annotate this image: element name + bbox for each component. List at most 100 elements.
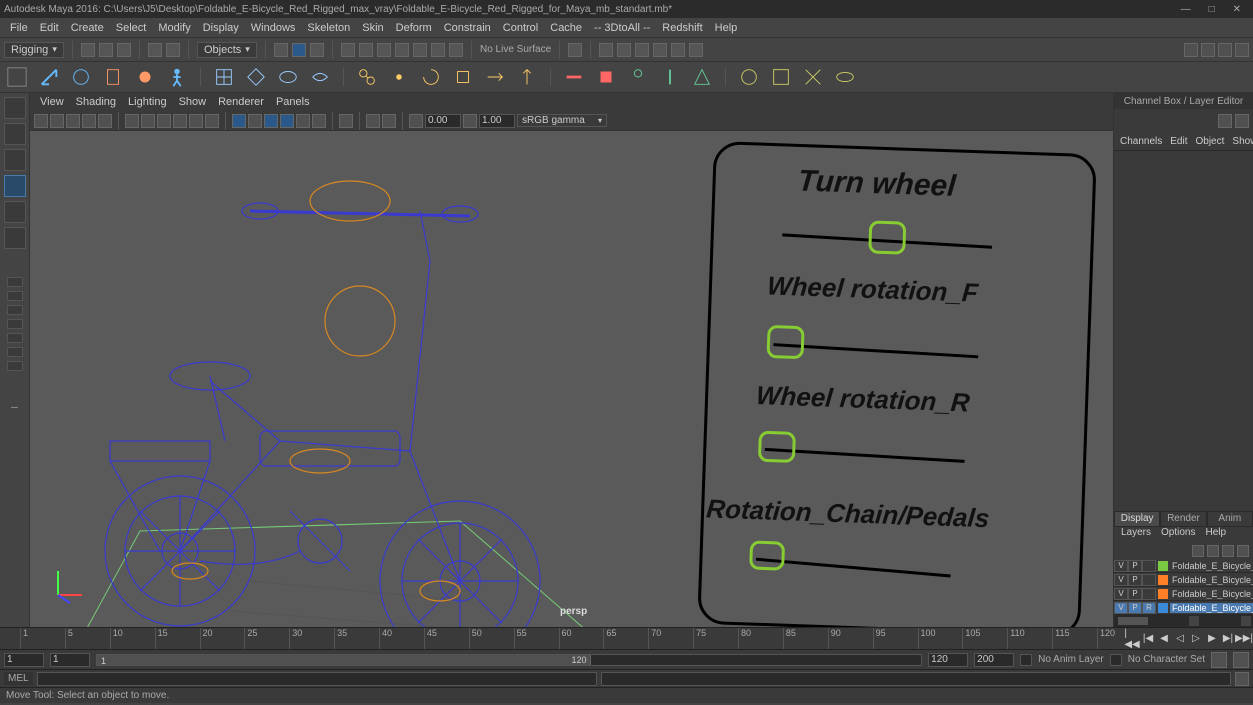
menu-deform[interactable]: Deform [390, 20, 438, 36]
range-start-outer-field[interactable] [4, 653, 44, 667]
paint-weights-icon[interactable] [132, 64, 158, 90]
blend-shape-icon[interactable] [307, 64, 333, 90]
layer-row[interactable]: VPRFoldable_E_Bicycle_Red [1114, 601, 1253, 615]
scroll-left-icon[interactable] [1189, 616, 1199, 626]
slider-handle-chain[interactable] [751, 542, 784, 569]
layer-vis-toggle[interactable]: V [1114, 574, 1128, 586]
menu-skeleton[interactable]: Skeleton [301, 20, 356, 36]
layer-vis-toggle[interactable]: V [1114, 560, 1128, 572]
snap-icon-6[interactable] [431, 43, 445, 57]
selection-mask-dropdown[interactable]: Objects [197, 42, 257, 58]
le-icon-4[interactable] [1237, 545, 1249, 557]
pose-icon[interactable] [625, 64, 651, 90]
step-back-frame-icon[interactable]: ◀ [1157, 632, 1171, 646]
step-forward-frame-icon[interactable]: ▶ [1205, 632, 1219, 646]
cb-menu-channels[interactable]: Channels [1116, 136, 1166, 147]
step-back-key-icon[interactable]: |◀ [1141, 632, 1155, 646]
layer-ref-toggle[interactable] [1142, 574, 1156, 586]
script-editor-icon[interactable] [1235, 672, 1249, 686]
menu-file[interactable]: File [4, 20, 34, 36]
panel-layout-icon-1[interactable] [1184, 43, 1198, 57]
mirror-icon[interactable] [657, 64, 683, 90]
le-menu-options[interactable]: Options [1156, 527, 1200, 543]
open-scene-icon[interactable] [99, 43, 113, 57]
snap-icon-2[interactable] [359, 43, 373, 57]
layer-vis-toggle[interactable]: V [1114, 602, 1128, 614]
new-scene-icon[interactable] [81, 43, 95, 57]
menu-control[interactable]: Control [497, 20, 544, 36]
menu-constrain[interactable]: Constrain [438, 20, 497, 36]
cb-menu-show[interactable]: Show [1228, 136, 1253, 147]
vp-grid-icon[interactable] [125, 114, 139, 128]
paint-select-tool-icon[interactable] [4, 149, 26, 171]
menu-cache[interactable]: Cache [544, 20, 588, 36]
cb-menu-edit[interactable]: Edit [1166, 136, 1191, 147]
cb-icon-2[interactable] [1235, 114, 1249, 128]
anim-layer-label[interactable]: No Anim Layer [1038, 654, 1104, 665]
joint-tool-icon[interactable] [36, 64, 62, 90]
select-tool-icon[interactable] [4, 97, 26, 119]
constraint-aim-icon[interactable] [482, 64, 508, 90]
bake-icon[interactable] [593, 64, 619, 90]
range-end-inner-field[interactable] [928, 653, 968, 667]
menu-help[interactable]: Help [709, 20, 744, 36]
render-icon-3[interactable] [635, 43, 649, 57]
custom-icon-1[interactable] [736, 64, 762, 90]
vp-smooth-shade-icon[interactable] [248, 114, 262, 128]
character-set-checkbox[interactable] [1110, 654, 1122, 666]
layout-two-v-icon[interactable] [7, 319, 23, 329]
tab-display[interactable]: Display [1114, 511, 1160, 527]
constraint-point-icon[interactable] [386, 64, 412, 90]
cluster-icon[interactable] [243, 64, 269, 90]
layer-row[interactable]: VPFoldable_E_Bicycle_Red [1114, 559, 1253, 573]
range-slider[interactable]: 1120 [96, 654, 922, 666]
menu-windows[interactable]: Windows [245, 20, 302, 36]
workspace-dropdown[interactable]: Rigging [4, 42, 64, 58]
auto-key-icon[interactable] [1211, 652, 1227, 668]
vp-safe-action-icon[interactable] [205, 114, 219, 128]
constraint-parent-icon[interactable] [354, 64, 380, 90]
layer-color-swatch[interactable] [1158, 589, 1168, 599]
layer-ref-toggle[interactable] [1142, 588, 1156, 600]
anim-prefs-icon[interactable] [1233, 652, 1249, 668]
le-icon-1[interactable] [1192, 545, 1204, 557]
snap-icon-1[interactable] [341, 43, 355, 57]
le-menu-help[interactable]: Help [1200, 527, 1231, 543]
vp-wire-on-shaded-icon[interactable] [264, 114, 278, 128]
lattice-icon[interactable] [211, 64, 237, 90]
quick-rig-icon[interactable] [689, 64, 715, 90]
mask-icon-1[interactable] [274, 43, 288, 57]
panel-layout-icon-2[interactable] [1201, 43, 1215, 57]
layout-four-icon[interactable] [7, 291, 23, 301]
menu-create[interactable]: Create [65, 20, 110, 36]
layout-two-h-icon[interactable] [7, 305, 23, 315]
constraint-scale-icon[interactable] [450, 64, 476, 90]
rotate-tool-icon[interactable] [4, 201, 26, 223]
vp-menu-panels[interactable]: Panels [270, 96, 316, 108]
render-icon-5[interactable] [671, 43, 685, 57]
vp-xray-joints-icon[interactable] [382, 114, 396, 128]
anim-layer-checkbox[interactable] [1020, 654, 1032, 666]
vp-textured-icon[interactable] [280, 114, 294, 128]
vp-select-camera-icon[interactable] [34, 114, 48, 128]
snap-icon-5[interactable] [413, 43, 427, 57]
scale-tool-icon[interactable] [4, 227, 26, 249]
layer-playback-toggle[interactable]: P [1128, 588, 1142, 600]
cb-menu-object[interactable]: Object [1192, 136, 1229, 147]
range-end-outer-field[interactable] [974, 653, 1014, 667]
custom-icon-3[interactable] [800, 64, 826, 90]
vp-menu-renderer[interactable]: Renderer [212, 96, 270, 108]
vp-menu-lighting[interactable]: Lighting [122, 96, 173, 108]
character-set-label[interactable]: No Character Set [1128, 654, 1205, 665]
ik-handle-icon[interactable] [68, 64, 94, 90]
cb-icon-1[interactable] [1218, 114, 1232, 128]
menu-modify[interactable]: Modify [152, 20, 196, 36]
layer-ref-toggle[interactable] [1142, 560, 1156, 572]
collapse-icon[interactable]: − [10, 399, 18, 415]
vp-lights-icon[interactable] [296, 114, 310, 128]
tab-render[interactable]: Render [1160, 511, 1206, 527]
vp-exposure-icon[interactable] [409, 114, 423, 128]
menu-redshift[interactable]: Redshift [656, 20, 708, 36]
layer-color-swatch[interactable] [1158, 603, 1168, 613]
minimize-button[interactable]: — [1181, 4, 1191, 15]
